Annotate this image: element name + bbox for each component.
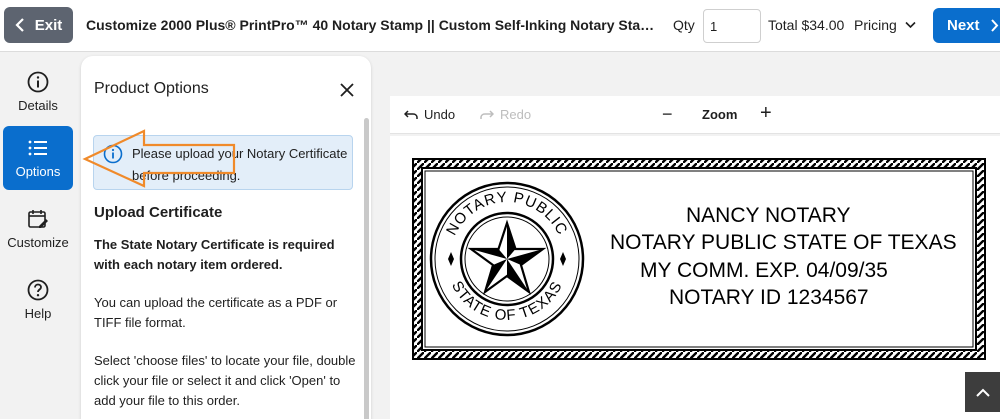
exit-label: Exit bbox=[34, 16, 63, 34]
certificate-required-text: The State Notary Certificate is required… bbox=[94, 237, 335, 272]
nav-item-help[interactable]: Help bbox=[3, 268, 73, 332]
undo-button[interactable]: Undo bbox=[404, 107, 455, 122]
order-total: Total $34.00 bbox=[768, 17, 845, 33]
nav-label-options: Options bbox=[15, 164, 61, 179]
info-circle-icon bbox=[27, 71, 49, 93]
zoom-label: Zoom bbox=[702, 107, 738, 122]
info-text: Please upload your Notary Certificate be… bbox=[132, 146, 348, 183]
product-options-panel: Product Options Please upload your Notar… bbox=[81, 56, 371, 419]
chevron-up-icon bbox=[975, 388, 990, 397]
stamp-line-name: NANCY NOTARY bbox=[686, 204, 851, 227]
pricing-dropdown[interactable]: Pricing bbox=[854, 17, 916, 33]
list-icon bbox=[28, 140, 47, 156]
upload-instructions-text: Select 'choose files' to locate your fil… bbox=[94, 353, 356, 408]
redo-label: Redo bbox=[500, 107, 532, 122]
chevron-left-icon bbox=[15, 18, 24, 32]
chevron-down-icon bbox=[905, 21, 916, 29]
exit-button[interactable]: Exit bbox=[4, 7, 73, 43]
upload-certificate-title: Upload Certificate bbox=[94, 204, 223, 221]
product-title: Customize 2000 Plus® PrintPro™ 40 Notary… bbox=[86, 17, 656, 33]
close-icon[interactable] bbox=[339, 82, 355, 98]
qty-label: Qty bbox=[673, 17, 695, 33]
top-bar: Exit Customize 2000 Plus® PrintPro™ 40 N… bbox=[0, 0, 1000, 52]
next-button[interactable]: Next bbox=[933, 8, 1000, 43]
redo-button[interactable]: Redo bbox=[480, 107, 531, 122]
nav-label-customize: Customize bbox=[7, 235, 69, 250]
chevron-right-icon bbox=[990, 19, 998, 32]
nav-label-help: Help bbox=[24, 306, 52, 321]
stamp-line-title: NOTARY PUBLIC STATE OF TEXAS bbox=[610, 231, 957, 254]
nav-label-details: Details bbox=[18, 98, 58, 113]
panel-scrollbar[interactable] bbox=[364, 118, 369, 419]
stamp-line-expiration: MY COMM. EXP. 04/09/35 bbox=[640, 259, 888, 282]
pricing-label: Pricing bbox=[854, 17, 897, 33]
zoom-in-button[interactable]: + bbox=[760, 102, 772, 125]
stamp-line-id: NOTARY ID 1234567 bbox=[669, 286, 869, 309]
info-alert: Please upload your Notary Certificate be… bbox=[93, 135, 353, 190]
file-format-text: You can upload the certificate as a PDF … bbox=[94, 295, 338, 330]
canvas-toolbar: Undo Redo − Zoom + bbox=[390, 96, 1000, 134]
zoom-out-button[interactable]: − bbox=[662, 104, 673, 125]
nav-item-details[interactable]: Details bbox=[3, 60, 73, 124]
nav-item-customize[interactable]: Customize bbox=[3, 197, 73, 261]
redo-icon bbox=[480, 109, 494, 119]
undo-icon bbox=[404, 109, 418, 119]
qty-input[interactable] bbox=[703, 9, 761, 43]
scroll-to-top-button[interactable] bbox=[965, 372, 1000, 412]
info-icon bbox=[103, 144, 123, 164]
undo-label: Undo bbox=[424, 107, 456, 122]
nav-item-options[interactable]: Options bbox=[3, 126, 73, 190]
next-label: Next bbox=[947, 17, 980, 34]
panel-title: Product Options bbox=[94, 80, 209, 97]
calendar-edit-icon bbox=[28, 210, 48, 228]
left-nav: Details Options Customize Help bbox=[0, 52, 76, 419]
help-circle-icon bbox=[27, 279, 49, 301]
